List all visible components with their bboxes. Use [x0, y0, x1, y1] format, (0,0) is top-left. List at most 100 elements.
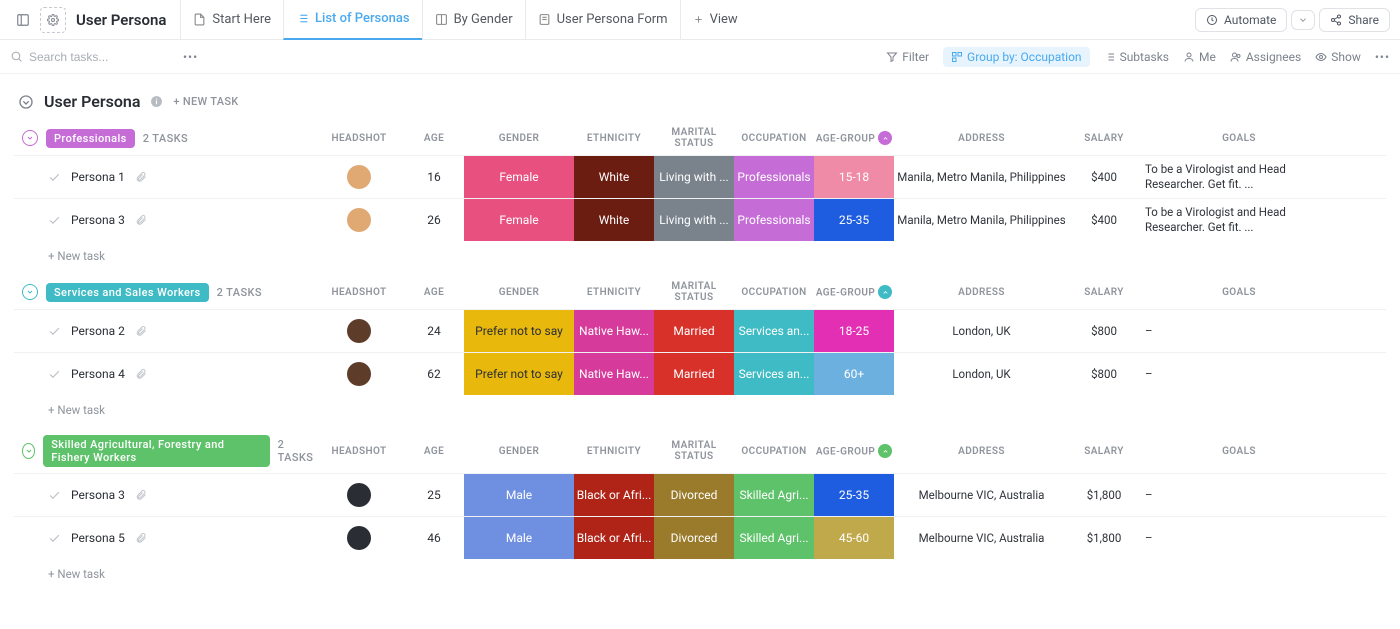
headshot-cell[interactable] — [314, 474, 404, 516]
column-header[interactable]: OCCUPATION — [734, 446, 814, 457]
sort-badge-icon[interactable] — [878, 285, 892, 299]
assignees-button[interactable]: Assignees — [1230, 50, 1301, 64]
headshot-cell[interactable] — [314, 199, 404, 241]
tab-user-persona-form[interactable]: User Persona Form — [525, 0, 680, 40]
column-header[interactable]: MARITAL STATUS — [654, 440, 734, 462]
tag-cell[interactable]: 25-35 — [814, 474, 894, 516]
tag-cell[interactable]: Female — [464, 156, 574, 198]
table-row[interactable]: Persona 462Prefer not to sayNative Haw..… — [14, 352, 1386, 395]
tag-cell[interactable]: Black or Afri... — [574, 474, 654, 516]
column-header[interactable]: GOALS — [1139, 133, 1339, 144]
tag-cell[interactable]: Black or Afri... — [574, 517, 654, 559]
check-icon[interactable] — [48, 171, 61, 184]
column-header[interactable]: AGE — [404, 133, 464, 144]
attachment-icon[interactable] — [135, 489, 147, 501]
group-collapse-icon[interactable] — [22, 443, 35, 459]
address-cell[interactable]: Melbourne VIC, Australia — [894, 474, 1069, 516]
task-name-cell[interactable]: Persona 3 — [14, 199, 314, 241]
salary-cell[interactable]: $400 — [1069, 156, 1139, 198]
attachment-icon[interactable] — [135, 325, 147, 337]
age-cell[interactable]: 46 — [404, 517, 464, 559]
tag-cell[interactable]: Divorced — [654, 474, 734, 516]
salary-cell[interactable]: $1,800 — [1069, 474, 1139, 516]
column-header[interactable]: ADDRESS — [894, 287, 1069, 298]
column-header[interactable]: ETHNICITY — [574, 446, 654, 457]
address-cell[interactable]: Manila, Metro Manila, Philippines — [894, 156, 1069, 198]
column-header[interactable]: AGE — [404, 446, 464, 457]
table-row[interactable]: Persona 116FemaleWhiteLiving with ...Pro… — [14, 155, 1386, 198]
show-button[interactable]: Show — [1315, 50, 1361, 64]
column-header[interactable]: AGE-GROUP — [814, 285, 894, 299]
column-header[interactable]: GOALS — [1139, 446, 1339, 457]
tag-cell[interactable]: Divorced — [654, 517, 734, 559]
age-cell[interactable]: 62 — [404, 353, 464, 395]
new-task-button[interactable]: + New task — [14, 559, 1386, 581]
goals-cell[interactable]: To be a Virologist and Head Researcher. … — [1139, 199, 1339, 241]
tag-cell[interactable]: Services an... — [734, 353, 814, 395]
tab-list-of-personas[interactable]: List of Personas — [283, 0, 422, 40]
collapse-all-icon[interactable] — [18, 94, 34, 110]
address-cell[interactable]: Manila, Metro Manila, Philippines — [894, 199, 1069, 241]
column-header[interactable]: GENDER — [464, 287, 574, 298]
task-name-cell[interactable]: Persona 2 — [14, 310, 314, 352]
headshot-cell[interactable] — [314, 353, 404, 395]
age-cell[interactable]: 26 — [404, 199, 464, 241]
info-icon[interactable] — [150, 95, 163, 108]
tag-cell[interactable]: Skilled Agri... — [734, 474, 814, 516]
column-header[interactable]: ADDRESS — [894, 133, 1069, 144]
tag-cell[interactable]: 18-25 — [814, 310, 894, 352]
goals-cell[interactable]: – — [1139, 353, 1339, 395]
column-header[interactable]: SALARY — [1069, 446, 1139, 457]
tag-cell[interactable]: Professionals — [734, 199, 814, 241]
tag-cell[interactable]: Female — [464, 199, 574, 241]
sort-badge-icon[interactable] — [878, 444, 892, 458]
headshot-cell[interactable] — [314, 310, 404, 352]
automate-button[interactable]: Automate — [1195, 8, 1287, 32]
goals-cell[interactable]: – — [1139, 474, 1339, 516]
column-header[interactable]: HEADSHOT — [314, 287, 404, 298]
tag-cell[interactable]: 25-35 — [814, 199, 894, 241]
share-button[interactable]: Share — [1319, 8, 1390, 32]
goals-cell[interactable]: – — [1139, 310, 1339, 352]
tag-cell[interactable]: Prefer not to say — [464, 353, 574, 395]
attachment-icon[interactable] — [135, 368, 147, 380]
tag-cell[interactable]: Prefer not to say — [464, 310, 574, 352]
table-row[interactable]: Persona 224Prefer not to sayNative Haw..… — [14, 309, 1386, 352]
check-icon[interactable] — [48, 489, 61, 502]
filter-button[interactable]: Filter — [886, 50, 929, 64]
task-name-cell[interactable]: Persona 3 — [14, 474, 314, 516]
tag-cell[interactable]: Male — [464, 517, 574, 559]
collapse-sidebar-icon[interactable] — [10, 7, 36, 33]
headshot-cell[interactable] — [314, 517, 404, 559]
group-collapse-icon[interactable] — [22, 130, 38, 146]
table-row[interactable]: Persona 326FemaleWhiteLiving with ...Pro… — [14, 198, 1386, 241]
table-row[interactable]: Persona 546MaleBlack or Afri...DivorcedS… — [14, 516, 1386, 559]
column-header[interactable]: GOALS — [1139, 287, 1339, 298]
column-header[interactable]: ADDRESS — [894, 446, 1069, 457]
group-label[interactable]: Services and Sales Workers — [46, 283, 209, 302]
space-settings-icon[interactable] — [40, 7, 66, 33]
column-header[interactable]: MARITAL STATUS — [654, 281, 734, 303]
tag-cell[interactable]: Living with ... — [654, 199, 734, 241]
tag-cell[interactable]: Married — [654, 353, 734, 395]
age-cell[interactable]: 24 — [404, 310, 464, 352]
check-icon[interactable] — [48, 214, 61, 227]
column-header[interactable]: ETHNICITY — [574, 287, 654, 298]
column-header[interactable]: GENDER — [464, 133, 574, 144]
task-name-cell[interactable]: Persona 4 — [14, 353, 314, 395]
address-cell[interactable]: Melbourne VIC, Australia — [894, 517, 1069, 559]
me-button[interactable]: Me — [1183, 50, 1216, 64]
goals-cell[interactable]: – — [1139, 517, 1339, 559]
group-by-button[interactable]: Group by: Occupation — [943, 47, 1090, 67]
attachment-icon[interactable] — [135, 532, 147, 544]
tag-cell[interactable]: Services an... — [734, 310, 814, 352]
task-name-cell[interactable]: Persona 1 — [14, 156, 314, 198]
tab-view[interactable]: View — [680, 0, 750, 40]
column-header[interactable]: OCCUPATION — [734, 287, 814, 298]
address-cell[interactable]: London, UK — [894, 310, 1069, 352]
check-icon[interactable] — [48, 368, 61, 381]
toolbar-more-icon[interactable]: ••• — [1375, 50, 1390, 64]
salary-cell[interactable]: $800 — [1069, 353, 1139, 395]
tag-cell[interactable]: 45-60 — [814, 517, 894, 559]
column-header[interactable]: OCCUPATION — [734, 133, 814, 144]
